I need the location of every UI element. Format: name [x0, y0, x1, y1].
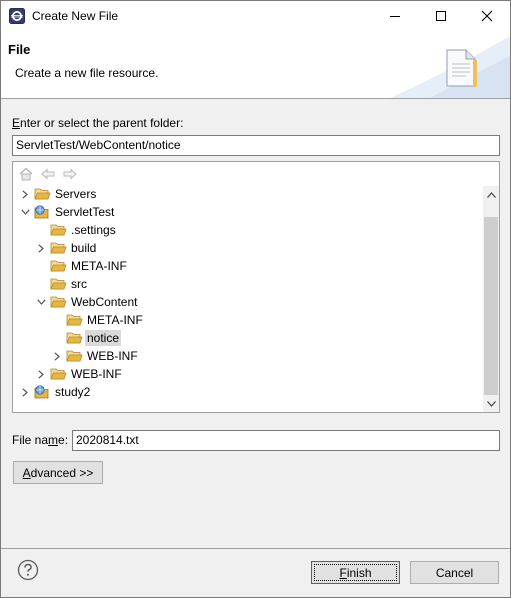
- parent-folder-input[interactable]: ServletTest/WebContent/notice: [12, 135, 500, 156]
- parent-folder-value: ServletTest/WebContent/notice: [16, 138, 181, 152]
- file-name-label-after: e:: [58, 433, 69, 447]
- chevron-right-icon[interactable]: [19, 187, 31, 201]
- chevron-right-icon[interactable]: [19, 385, 31, 399]
- tree-item[interactable]: .settings: [13, 221, 473, 239]
- banner-decoration: [390, 36, 510, 98]
- home-icon: [19, 167, 33, 181]
- folder-open-icon: [50, 296, 67, 308]
- web-project-icon: [34, 205, 49, 219]
- tree-item-label: Servers: [55, 187, 97, 201]
- wizard-banner: File Create a new file resource.: [1, 31, 510, 99]
- help-icon[interactable]: [17, 559, 39, 581]
- vertical-scrollbar[interactable]: [483, 186, 499, 412]
- advanced-button[interactable]: Advanced >>: [13, 461, 103, 484]
- scroll-up-button[interactable]: [483, 186, 499, 203]
- chevron-up-icon: [486, 191, 496, 198]
- minimize-button[interactable]: [372, 1, 418, 31]
- tree-item[interactable]: notice: [13, 329, 473, 347]
- tree-item-label: WebContent: [71, 295, 138, 309]
- file-name-label: File name:: [12, 433, 68, 447]
- folder-open-icon: [34, 188, 51, 200]
- cancel-button[interactable]: Cancel: [410, 561, 499, 584]
- folder-open-icon: [50, 224, 67, 236]
- finish-button[interactable]: Finish: [311, 561, 400, 584]
- tree-item-label: ServletTest: [55, 205, 115, 219]
- advanced-mnemonic: A: [22, 465, 31, 480]
- close-button[interactable]: [464, 1, 510, 31]
- chevron-right-icon[interactable]: [35, 241, 47, 255]
- wizard-description: Create a new file resource.: [15, 66, 159, 80]
- parent-folder-label-text: nter or select the parent folder:: [20, 116, 184, 130]
- file-name-value: 2020814.txt: [76, 433, 139, 447]
- tree-item[interactable]: META-INF: [13, 311, 473, 329]
- tree-item-label: src: [71, 277, 87, 291]
- file-name-label-before: File na: [12, 433, 49, 447]
- parent-folder-label: Enter or select the parent folder:: [12, 116, 183, 130]
- folder-open-icon: [50, 242, 67, 254]
- parent-folder-label-mnemonic: E: [12, 116, 21, 130]
- tree-item-label: notice: [85, 330, 122, 346]
- chevron-right-icon[interactable]: [51, 349, 63, 363]
- tree-item[interactable]: META-INF: [13, 257, 473, 275]
- tree-item[interactable]: build: [13, 239, 473, 257]
- web-project-icon: [34, 385, 49, 399]
- tree-item[interactable]: WebContent: [13, 293, 473, 311]
- chevron-down-icon: [486, 400, 496, 407]
- back-icon: [41, 168, 55, 180]
- eclipse-app-icon: [9, 8, 25, 24]
- tree-item-label: .settings: [71, 223, 116, 237]
- tree-item-label: WEB-INF: [71, 367, 122, 381]
- tree-item[interactable]: ServletTest: [13, 203, 473, 221]
- folder-open-icon: [50, 260, 67, 272]
- maximize-icon: [436, 11, 446, 21]
- create-new-file-dialog: Create New File File Create a new file r…: [0, 0, 511, 598]
- file-name-label-mnemonic: m: [48, 433, 59, 447]
- new-file-wizard-icon: [446, 49, 477, 87]
- tree-item[interactable]: WEB-INF: [13, 347, 473, 365]
- minimize-icon: [390, 16, 400, 17]
- cancel-label: Cancel: [435, 565, 474, 580]
- tree-item-label: build: [71, 241, 97, 255]
- wizard-title: File: [8, 42, 31, 57]
- tree-item[interactable]: WEB-INF: [13, 365, 473, 383]
- chevron-right-icon[interactable]: [35, 367, 47, 381]
- focus-rectangle: [314, 564, 397, 581]
- tree-item-label: study2: [55, 385, 91, 399]
- window-title: Create New File: [32, 9, 119, 23]
- title-bar: Create New File: [1, 1, 510, 31]
- tree-item[interactable]: src: [13, 275, 473, 293]
- file-name-input[interactable]: 2020814.txt: [72, 430, 500, 451]
- scroll-thumb[interactable]: [484, 217, 498, 395]
- chevron-down-icon[interactable]: [19, 205, 31, 219]
- tree-item[interactable]: Servers: [13, 185, 473, 203]
- folder-open-icon: [66, 314, 83, 326]
- folder-open-icon: [66, 332, 83, 344]
- advanced-label: dvanced >>: [30, 465, 94, 480]
- tree-item-label: META-INF: [87, 313, 143, 327]
- maximize-button[interactable]: [418, 1, 464, 31]
- forward-icon: [63, 168, 77, 180]
- folder-open-icon: [50, 368, 67, 380]
- tree-item[interactable]: study2: [13, 383, 473, 401]
- folder-tree[interactable]: Servers ServletTest .settings build META-INF…: [12, 161, 500, 413]
- folder-open-icon: [50, 278, 67, 290]
- tree-item-label: META-INF: [71, 259, 127, 273]
- chevron-down-icon[interactable]: [35, 295, 47, 309]
- close-icon: [481, 10, 493, 22]
- folder-open-icon: [66, 350, 83, 362]
- scroll-down-button[interactable]: [483, 395, 499, 412]
- tree-item-label: WEB-INF: [87, 349, 138, 363]
- button-bar-separator: [1, 548, 510, 549]
